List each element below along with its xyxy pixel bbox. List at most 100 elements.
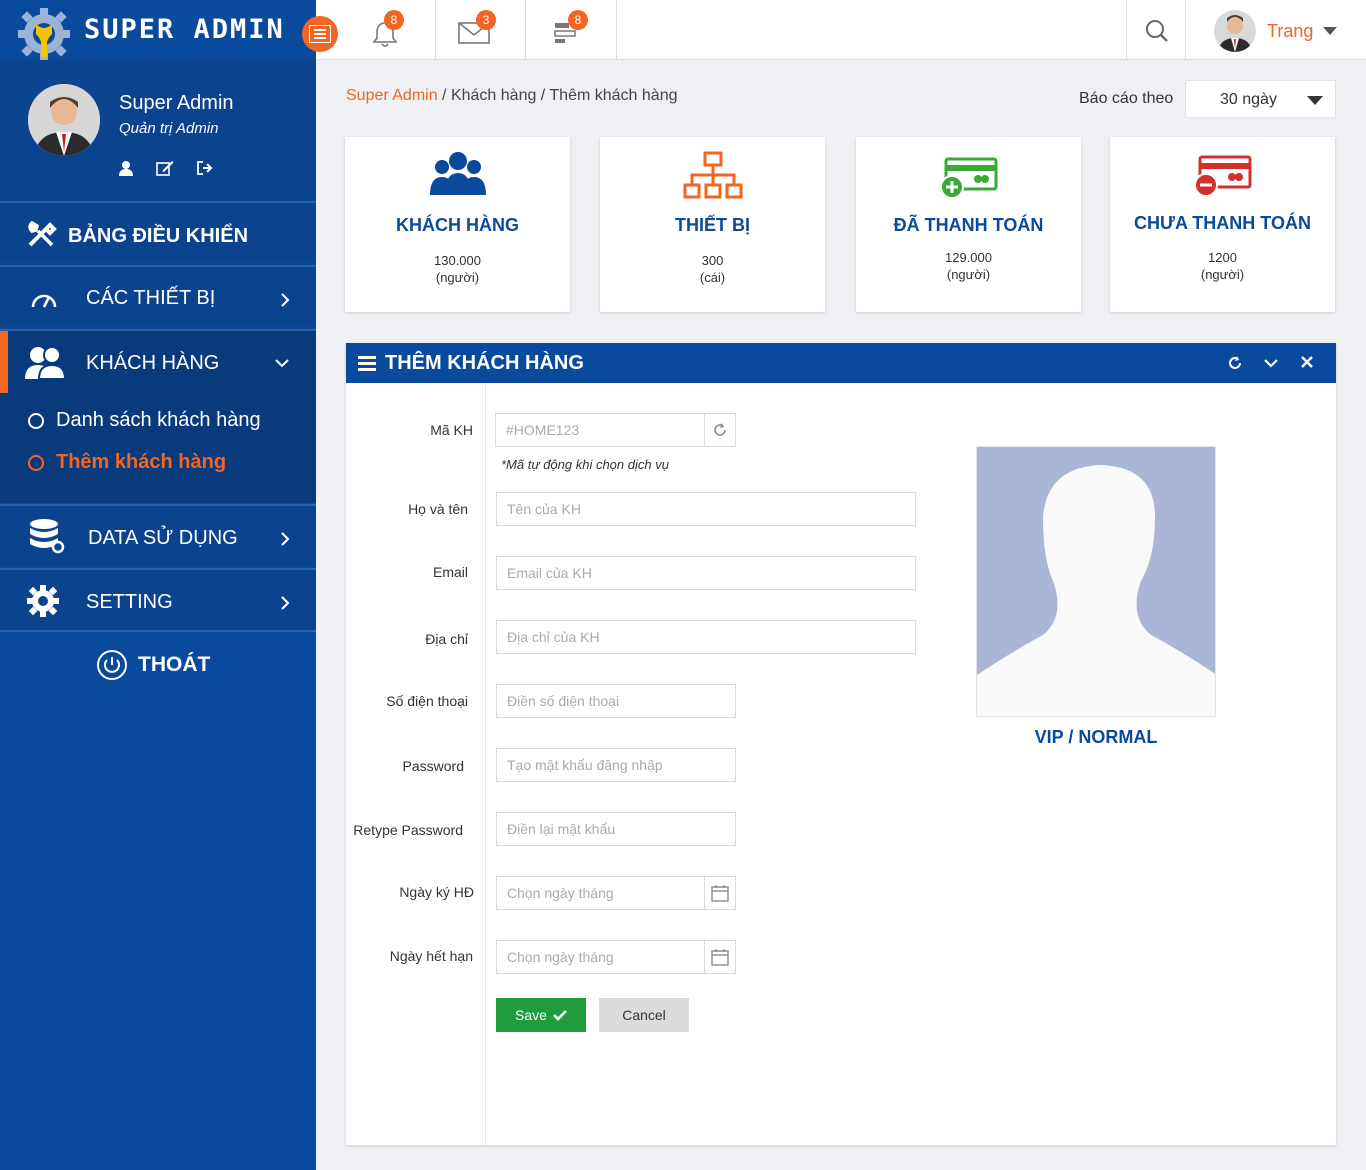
retype-password-input[interactable]: [496, 812, 736, 846]
database-settings-icon: [30, 519, 65, 554]
nav-data-usage[interactable]: DATA SỬ DỤNG: [0, 504, 316, 566]
sign-date-picker-button[interactable]: [704, 876, 736, 910]
close-icon[interactable]: [1300, 355, 1314, 369]
menu-list-icon: [309, 25, 331, 43]
gear-icon: [27, 585, 59, 617]
search-button[interactable]: [1126, 0, 1186, 60]
check-icon: [553, 1009, 567, 1021]
full-name-input[interactable]: [496, 492, 916, 526]
nav-dashboard[interactable]: BẢNG ĐIỀU KHIỂN: [0, 201, 316, 263]
breadcrumb-home-link[interactable]: Super Admin: [346, 87, 438, 104]
nav-data-usage-label: DATA SỬ DỤNG: [88, 527, 238, 549]
sidebar: Super Admin Quản trị Admin BẢNG ĐIỀU KHI…: [0, 60, 316, 1170]
bars-icon: [358, 356, 376, 371]
tasks-button[interactable]: 8: [526, 0, 617, 60]
cancel-button[interactable]: Cancel: [599, 998, 689, 1032]
refresh-icon: [714, 423, 726, 436]
email-label: Email: [432, 564, 468, 580]
expire-date-input[interactable]: [496, 940, 706, 974]
stat-card-customers[interactable]: KHÁCH HÀNG 130.000 (người): [345, 137, 570, 312]
address-input[interactable]: [496, 620, 916, 654]
report-label: Báo cáo theo: [1079, 90, 1174, 107]
stat-title: ĐÃ THANH TOÁN: [893, 215, 1044, 235]
user-menu[interactable]: Trang: [1187, 0, 1366, 60]
circle-icon: [28, 454, 44, 471]
nav-customers-label: KHÁCH HÀNG: [86, 352, 220, 374]
search-icon: [1146, 20, 1168, 42]
regenerate-code-button[interactable]: [704, 413, 736, 447]
report-period-value: 30 ngày: [1220, 91, 1277, 108]
logout-button[interactable]: THOÁT: [96, 649, 210, 681]
sign-date-label: Ngày ký HĐ: [399, 884, 474, 900]
menu-toggle-button[interactable]: [302, 16, 338, 52]
nav-dashboard-label: BẢNG ĐIỀU KHIỂN: [68, 225, 249, 247]
messages-button[interactable]: 3: [436, 0, 526, 60]
expire-date-picker-button[interactable]: [704, 940, 736, 974]
stat-value: 129.000: [945, 250, 992, 265]
calendar-icon: [711, 949, 729, 966]
save-button[interactable]: Save: [496, 998, 586, 1032]
code-hint: *Mã tự động khi chọn dịch vụ: [501, 457, 669, 472]
chevron-down-icon: [1323, 27, 1337, 35]
password-label: Password: [402, 758, 464, 774]
nav-setting[interactable]: SETTING: [0, 568, 316, 630]
user-name: Trang: [1267, 21, 1314, 41]
stat-card-paid[interactable]: ĐÃ THANH TOÁN 129.000 (người): [856, 137, 1081, 312]
stat-value: 1200: [1208, 250, 1237, 265]
code-label: Mã KH: [430, 422, 473, 438]
edit-icon[interactable]: [156, 160, 174, 176]
stat-unit: (người): [435, 270, 480, 285]
nav-customers[interactable]: KHÁCH HÀNG: [0, 329, 316, 393]
address-label: Địa chỉ: [425, 631, 468, 647]
circle-icon: [28, 412, 44, 429]
user-silhouette-icon: [977, 447, 1215, 716]
stat-title: KHÁCH HÀNG: [396, 215, 519, 235]
stat-card-unpaid[interactable]: CHƯA THANH TOÁN 1200 (người): [1110, 137, 1335, 312]
tasks-badge: 8: [568, 10, 588, 30]
card-remove-icon: [1193, 155, 1251, 197]
breadcrumb-section-link[interactable]: Khách hàng: [451, 87, 536, 104]
stat-unit: (người): [1200, 267, 1245, 282]
caret-down-icon: [1307, 96, 1323, 105]
divider: [0, 630, 316, 632]
gauge-icon: [31, 294, 57, 308]
sign-out-icon[interactable]: [196, 160, 214, 176]
stat-title: CHƯA THANH TOÁN: [1134, 213, 1311, 233]
stat-value: 300: [701, 253, 724, 268]
customer-code-input[interactable]: [495, 413, 705, 447]
top-bar: 8 3 8 Trang: [316, 0, 1366, 60]
collapse-icon[interactable]: [1263, 358, 1279, 368]
report-period-select[interactable]: 30 ngày: [1185, 80, 1336, 118]
customer-photo-placeholder[interactable]: [976, 446, 1216, 717]
brand-title: SUPER ADMIN: [84, 14, 285, 45]
tools-icon: [28, 220, 57, 247]
password-input[interactable]: [496, 748, 736, 782]
nav-setting-label: SETTING: [86, 591, 173, 613]
logout-label: THOÁT: [138, 653, 211, 676]
panel-title: THÊM KHÁCH HÀNG: [385, 352, 584, 374]
breadcrumb: Super Admin / Khách hàng / Thêm khách hà…: [346, 87, 677, 105]
profile-role: Quản trị Admin: [119, 120, 219, 137]
power-icon: [97, 650, 127, 680]
email-input[interactable]: [496, 556, 916, 590]
breadcrumb-current: Thêm khách hàng: [549, 87, 678, 104]
brand-logo[interactable]: SUPER ADMIN: [0, 0, 316, 60]
stat-value: 130.000: [434, 253, 481, 268]
submenu-add-customer[interactable]: Thêm khách hàng: [28, 451, 226, 474]
refresh-icon[interactable]: [1227, 355, 1243, 371]
stat-unit: (người): [946, 267, 991, 282]
user-icon[interactable]: [118, 160, 134, 176]
chevron-down-icon: [275, 359, 289, 368]
profile-avatar: [28, 84, 100, 156]
users-icon: [25, 346, 66, 380]
chevron-right-icon: [281, 532, 290, 546]
submenu-customer-list[interactable]: Danh sách khách hàng: [28, 409, 261, 432]
nav-devices[interactable]: CÁC THIẾT BỊ: [0, 265, 316, 327]
messages-badge: 3: [476, 10, 496, 30]
sign-date-input[interactable]: [496, 876, 706, 910]
active-indicator: [0, 331, 8, 393]
phone-input[interactable]: [496, 684, 736, 718]
membership-type-label[interactable]: VIP / NORMAL: [976, 727, 1216, 748]
stat-card-devices[interactable]: THIẾT BỊ 300 (cái): [600, 137, 825, 312]
expire-date-label: Ngày hết hạn: [389, 948, 473, 964]
